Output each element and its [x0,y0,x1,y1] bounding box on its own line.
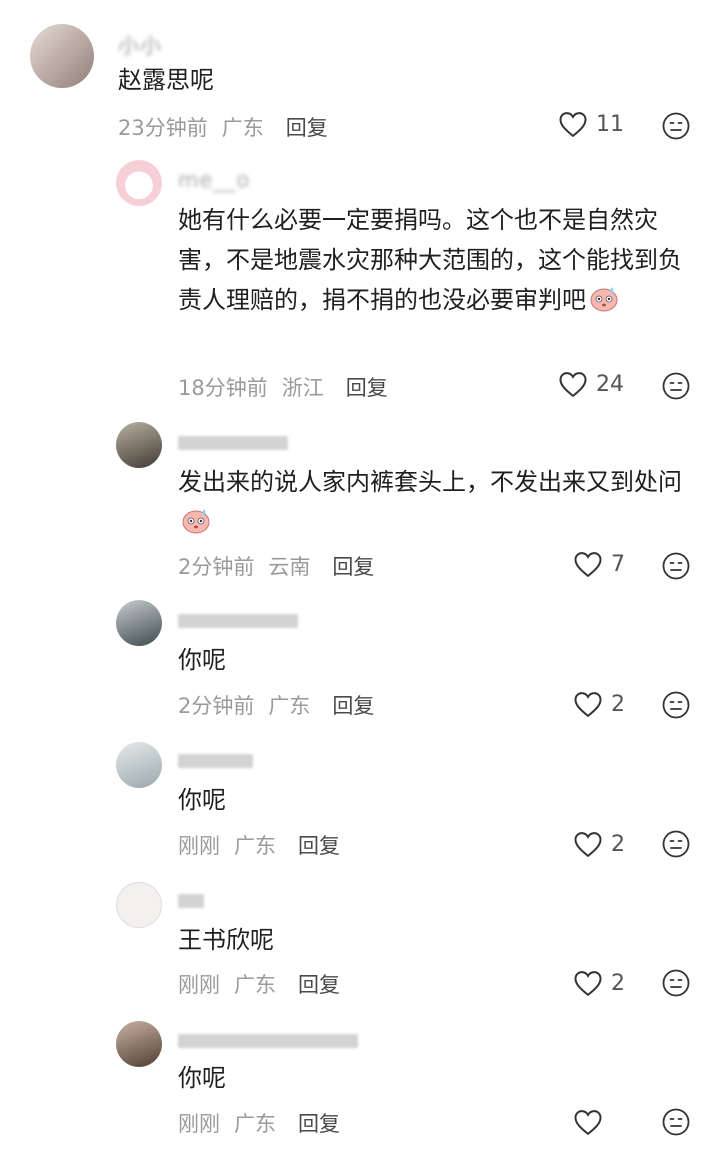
comment-text: 你呢 [178,1064,226,1092]
like-button[interactable]: 2 [573,969,625,997]
comment-time: 2分钟前 [178,555,255,579]
username[interactable] [178,888,207,912]
meh-face-icon[interactable] [662,372,690,400]
comment-text: 赵露思呢 [118,66,214,94]
heart-outline-icon [574,1110,602,1136]
comment-time: 刚刚 [178,1112,220,1136]
username[interactable]: me__o [178,168,250,192]
reply-button[interactable]: 回复 [332,555,374,579]
username[interactable] [178,748,256,772]
comment-location: 广东 [234,834,276,858]
comment-meta: 刚刚 广东 回复 [178,969,354,999]
username[interactable]: 小小 [118,30,162,60]
sweat-face-emoji [182,509,210,534]
meh-face-icon[interactable] [662,830,690,858]
reply-button[interactable]: 回复 [298,973,340,997]
comment-text: 王书欣呢 [178,926,274,954]
like-count: 2 [611,691,625,717]
meh-face-icon[interactable] [662,969,690,997]
meh-face-icon[interactable] [662,691,690,719]
comment-text: 她有什么必要一定要捐吗。这个也不是自然灾害，不是地震水灾那种大范围的，这个能找到… [178,206,682,314]
like-button[interactable] [573,1108,611,1136]
comment-meta: 刚刚 广东 回复 [178,1108,354,1138]
avatar[interactable] [116,160,162,206]
meh-face-icon[interactable] [662,552,690,580]
comment-meta: 刚刚 广东 回复 [178,830,354,860]
comment-text: 你呢 [178,646,226,674]
avatar[interactable] [116,742,162,788]
like-button[interactable]: 11 [558,110,624,138]
heart-outline-icon [559,372,587,398]
like-count: 7 [611,551,625,577]
like-button[interactable]: 2 [573,690,625,718]
like-button[interactable]: 24 [558,370,624,398]
comment-time: 2分钟前 [178,694,255,718]
avatar[interactable] [116,422,162,468]
like-count: 2 [611,970,625,996]
avatar[interactable] [116,882,162,928]
heart-outline-icon [559,112,587,138]
comment-location: 广东 [221,116,264,140]
username[interactable] [178,1028,361,1052]
comment-time: 刚刚 [178,973,220,997]
comment-meta: 2分钟前 广东 回复 [178,690,388,720]
heart-outline-icon [574,692,602,718]
comment-location: 广东 [268,694,311,718]
comment-time: 23分钟前 [118,116,208,140]
reply-button[interactable]: 回复 [298,1112,340,1136]
like-button[interactable]: 2 [573,830,625,858]
comment-time: 刚刚 [178,834,220,858]
comment-text: 你呢 [178,786,226,814]
sweat-face-emoji [590,287,618,312]
meh-face-icon[interactable] [662,1108,690,1136]
heart-outline-icon [574,971,602,997]
username[interactable] [178,608,301,632]
like-count: 24 [596,371,624,397]
avatar[interactable] [116,1021,162,1067]
comment-location: 云南 [268,555,311,579]
comment-text: 发出来的说人家内裤套头上，不发出来又到处问 [178,462,688,542]
comment-time: 18分钟前 [178,376,268,400]
meh-face-icon[interactable] [662,112,690,140]
reply-button[interactable]: 回复 [346,376,388,400]
comment-location: 广东 [234,973,276,997]
comment-location: 广东 [234,1112,276,1136]
reply-button[interactable]: 回复 [298,834,340,858]
reply-button[interactable]: 回复 [332,694,374,718]
comment-meta: 23分钟前 广东 回复 [118,112,342,142]
like-count: 2 [611,831,625,857]
username[interactable] [178,430,291,454]
comment-meta: 2分钟前 云南 回复 [178,551,388,581]
like-count: 11 [596,111,624,137]
reply-button[interactable]: 回复 [286,116,328,140]
heart-outline-icon [574,832,602,858]
avatar[interactable] [116,600,162,646]
like-button[interactable]: 7 [573,550,625,578]
heart-outline-icon [574,552,602,578]
comment-location: 浙江 [281,376,324,400]
avatar[interactable] [30,24,94,88]
comment-meta: 18分钟前 浙江 回复 [178,372,402,402]
